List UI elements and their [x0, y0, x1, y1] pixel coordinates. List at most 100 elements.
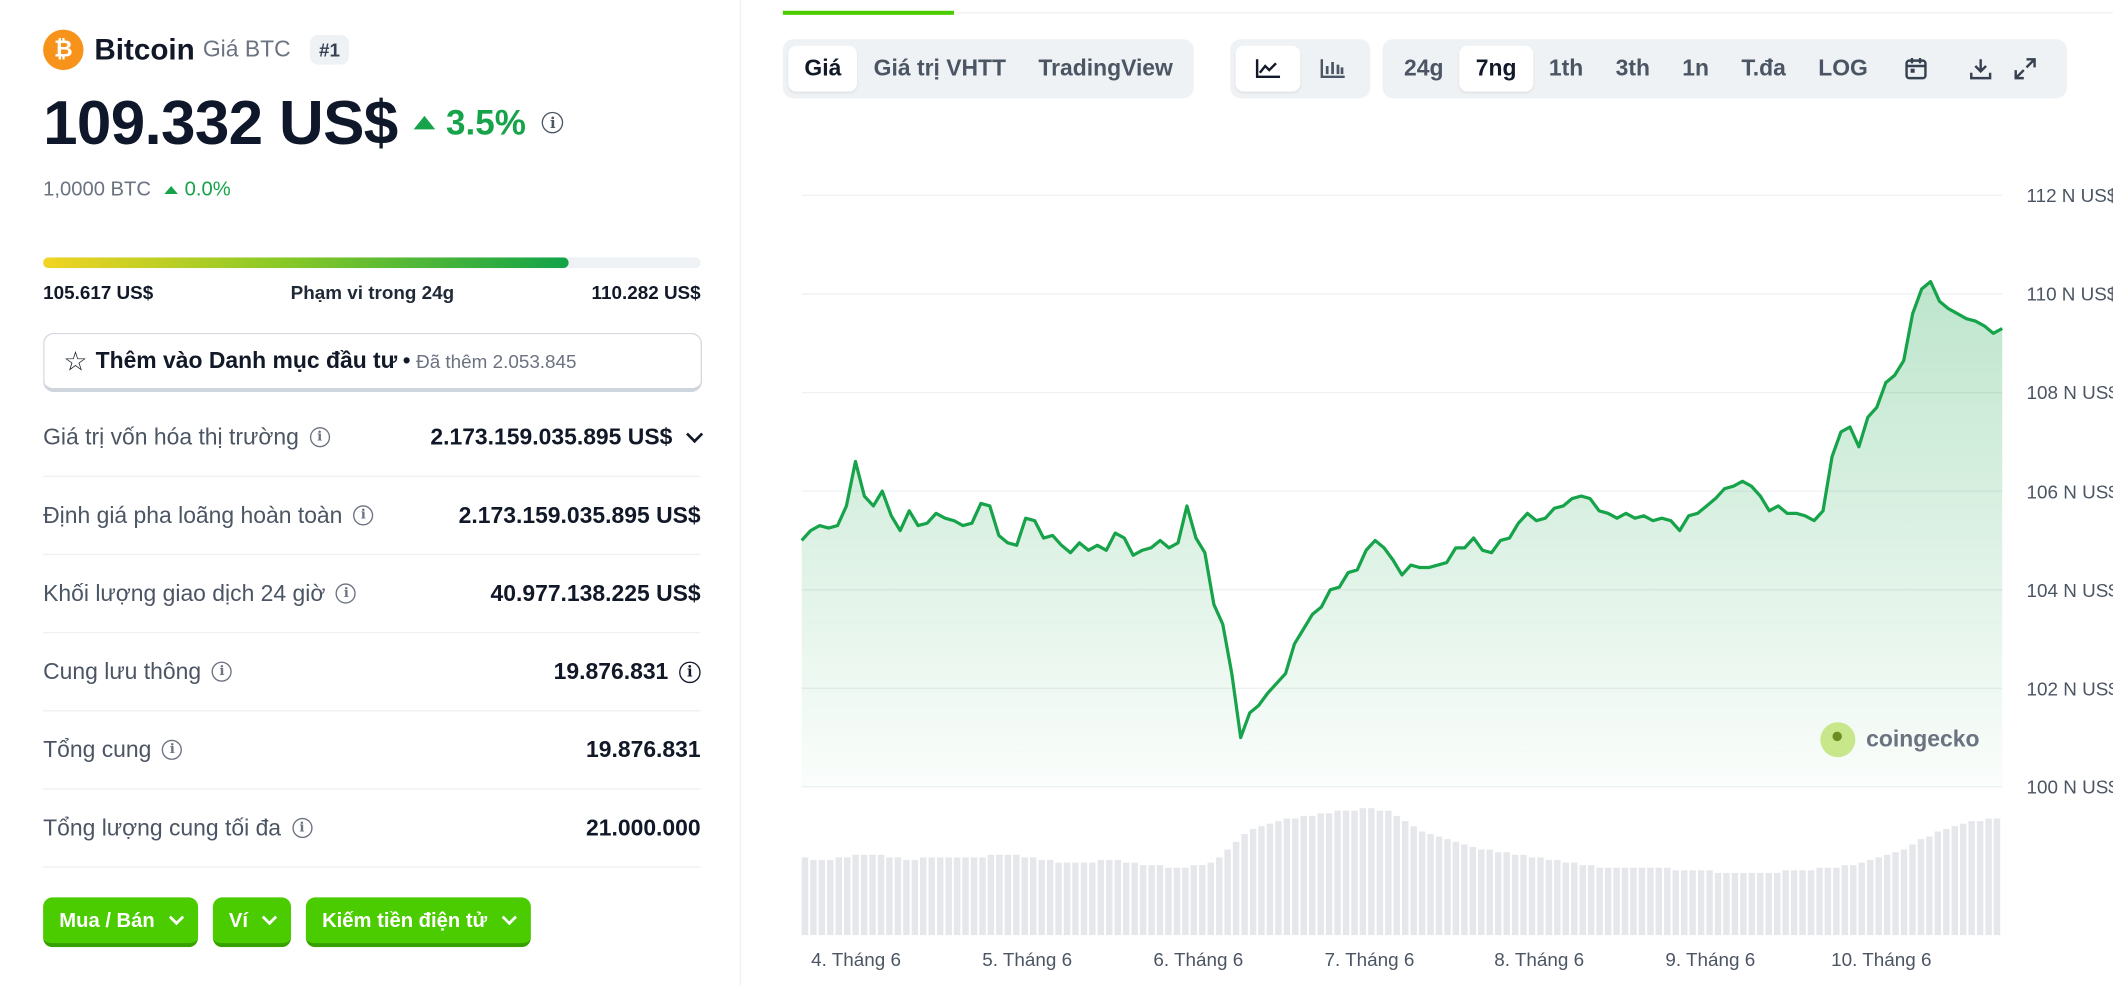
- volume-bar: [1545, 859, 1553, 936]
- volume-bar: [1926, 836, 1933, 936]
- volume-bar: [1376, 810, 1384, 936]
- volume-bar: [1875, 857, 1882, 936]
- volume-bar: [1317, 813, 1324, 936]
- stat-row-market-cap[interactable]: Giá trị vốn hóa thị trường i 2.173.159.03…: [43, 399, 704, 477]
- volume-bar: [801, 857, 809, 936]
- volume-bar: [1444, 839, 1451, 936]
- volume-bar: [1697, 870, 1705, 936]
- rank-badge: #1: [309, 35, 350, 65]
- volume-bar: [1427, 834, 1434, 936]
- volume-bar: [835, 857, 842, 936]
- volume-bar: [1689, 870, 1696, 936]
- volume-bar: [1106, 859, 1113, 936]
- y-tick-label: 108 N US$: [2026, 381, 2113, 404]
- volume-bar: [1224, 849, 1231, 936]
- volume-bar: [1063, 862, 1071, 936]
- add-to-portfolio-button[interactable]: ☆ Thêm vào Danh mục đầu tư • Đã thêm 2.0…: [43, 332, 702, 393]
- volume-bar: [1765, 872, 1772, 936]
- volume-bar: [1435, 836, 1443, 936]
- volume-bar: [827, 859, 834, 936]
- x-tick-label: 4. Tháng 6: [811, 948, 901, 971]
- volume-bar: [1401, 821, 1409, 936]
- volume-bar: [1740, 872, 1747, 936]
- price-change: 3.5%: [413, 102, 526, 144]
- x-tick-label: 8. Tháng 6: [1494, 948, 1585, 971]
- volume-bar: [1621, 867, 1629, 936]
- volume-bar: [1055, 862, 1062, 936]
- info-icon[interactable]: i: [542, 111, 564, 134]
- action-buttons: Mua / Bán Ví Kiếm tiền điện tử: [43, 897, 531, 948]
- volume-bar: [1951, 826, 1959, 936]
- volume-bar: [903, 859, 910, 936]
- volume-bar: [1917, 839, 1925, 936]
- info-icon[interactable]: i: [309, 427, 330, 448]
- stat-value: 2.173.159.035.895 US$: [430, 423, 673, 450]
- info-icon[interactable]: i: [353, 505, 374, 526]
- volume-bar: [1249, 828, 1257, 936]
- info-icon[interactable]: i: [162, 739, 183, 760]
- coin-name: Bitcoin: [94, 32, 195, 67]
- stat-label: Định giá pha loãng hoàn toàn: [43, 501, 343, 528]
- volume-bar: [1790, 870, 1798, 936]
- volume-bar: [1038, 859, 1045, 936]
- btc-price-row: 1,0000 BTC 0.0%: [43, 178, 231, 201]
- volume-bar: [1478, 849, 1485, 936]
- volume-bar: [1520, 854, 1527, 936]
- up-arrow-icon: [164, 185, 178, 194]
- volume-bar: [1393, 815, 1400, 936]
- volume-bar: [1714, 872, 1722, 936]
- chevron-down-icon: [261, 909, 278, 926]
- volume-bar: [1013, 854, 1020, 936]
- price-chart[interactable]: [742, 0, 2112, 985]
- portfolio-added-count: Đã thêm 2.053.845: [416, 350, 577, 372]
- stat-value: 2.173.159.035.895 US$: [458, 501, 701, 528]
- volume-bar: [1976, 821, 1984, 936]
- y-tick-label: 100 N US$: [2026, 776, 2113, 798]
- volume-bar: [970, 857, 978, 936]
- buy-sell-button[interactable]: Mua / Bán: [43, 897, 198, 948]
- volume-bar: [1334, 810, 1341, 936]
- portfolio-label: Thêm vào Danh mục đầu tư: [95, 347, 398, 374]
- wallet-label: Ví: [228, 908, 248, 932]
- volume-bar: [996, 854, 1003, 936]
- volume-bar: [1579, 865, 1587, 936]
- info-icon[interactable]: i: [336, 583, 357, 604]
- volume-bar: [1596, 867, 1603, 936]
- stat-row-total-supply: Tổng cung i 19.876.831: [43, 711, 701, 790]
- volume-bar: [1757, 872, 1764, 936]
- volume-bar: [1833, 867, 1840, 936]
- volume-bar: [1131, 862, 1138, 936]
- volume-bar: [869, 854, 876, 936]
- volume-bar: [1300, 815, 1307, 936]
- volume-bar: [1292, 818, 1299, 936]
- y-tick-label: 104 N US$: [2026, 578, 2113, 601]
- chevron-down-icon[interactable]: [686, 425, 704, 443]
- info-icon[interactable]: i: [291, 817, 313, 839]
- info-icon[interactable]: i: [211, 661, 233, 682]
- star-icon: ☆: [63, 346, 88, 377]
- x-tick-label: 9. Tháng 6: [1665, 948, 1756, 971]
- volume-bar: [1080, 862, 1088, 936]
- chart-panel: Giá Giá trị VHTT TradingView 24g 7ng 1th…: [742, 0, 2113, 985]
- stat-label: Tổng lượng cung tối đa: [43, 814, 282, 841]
- volume-bar: [1469, 846, 1477, 936]
- stat-label: Cung lưu thông: [43, 658, 202, 684]
- info-icon[interactable]: i: [679, 660, 701, 683]
- volume-bar: [1782, 870, 1789, 936]
- volume-bar: [1993, 818, 2001, 936]
- volume-bar: [1232, 841, 1240, 936]
- volume-bar: [886, 857, 893, 936]
- volume-bar: [1418, 831, 1426, 936]
- volume-bar: [1824, 867, 1832, 936]
- volume-bar: [860, 854, 868, 936]
- price-row: 109.332 US$ 3.5% i: [43, 86, 564, 159]
- earn-button[interactable]: Kiếm tiền điện tử: [305, 897, 531, 948]
- volume-bar: [1706, 870, 1713, 936]
- range-bar: [43, 257, 701, 269]
- volume-bar: [1554, 859, 1561, 936]
- separator-dot: •: [402, 347, 411, 374]
- stat-row-circulating-supply: Cung lưu thông i 19.876.831 i: [43, 633, 701, 712]
- wallet-button[interactable]: Ví: [212, 897, 292, 948]
- volume-bar: [1021, 857, 1028, 936]
- stat-row-fdv: Định giá pha loãng hoàn toàn i 2.173.159.…: [43, 477, 701, 556]
